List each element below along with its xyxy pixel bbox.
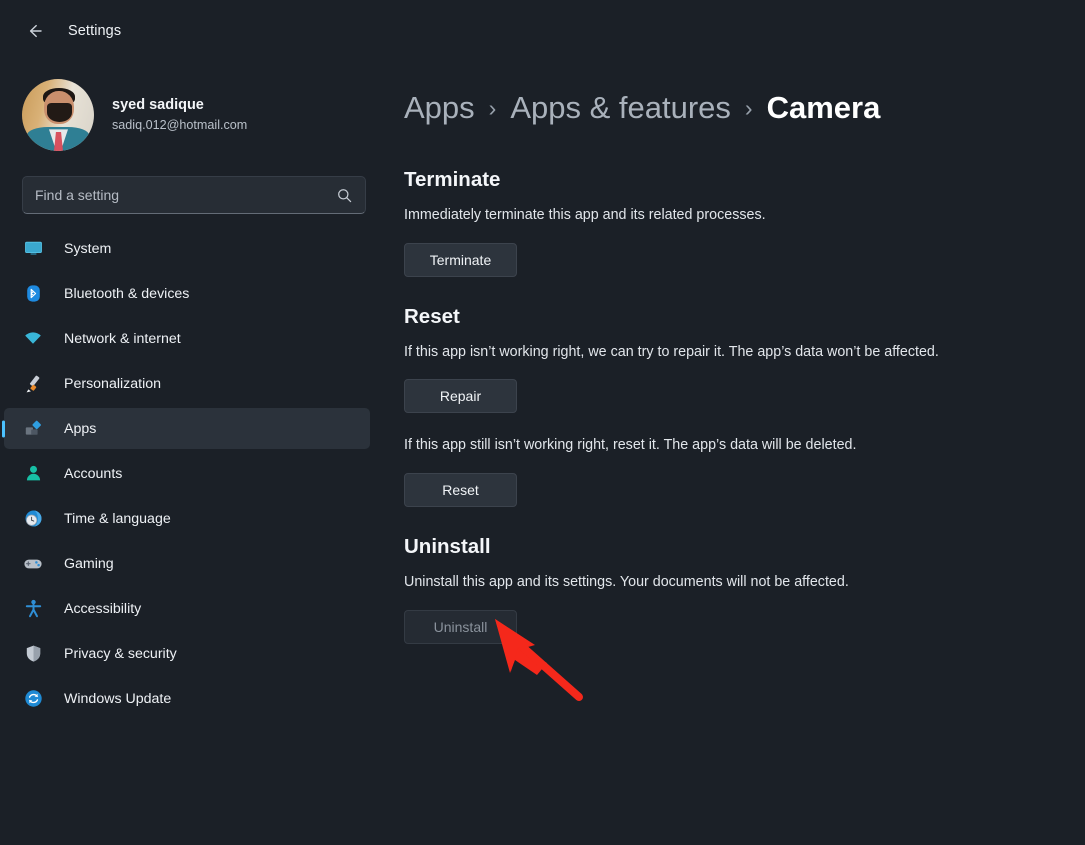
account-text: syed sadique sadiq.012@hotmail.com (112, 96, 247, 135)
monitor-icon (22, 238, 44, 260)
sidebar-nav: System Bluetooth & devices Network & int… (0, 228, 390, 719)
clock-globe-icon (22, 508, 44, 530)
shield-icon (22, 643, 44, 665)
sidebar-item-label: Apps (64, 420, 97, 437)
repair-button[interactable]: Repair (404, 379, 517, 414)
section-description: Immediately terminate this app and its r… (404, 207, 766, 223)
sidebar-item-network-internet[interactable]: Network & internet (4, 318, 370, 359)
account-name: syed sadique (112, 96, 204, 113)
sidebar-item-label: Network & internet (64, 330, 181, 347)
person-icon (22, 463, 44, 485)
search-icon[interactable] (336, 187, 353, 204)
accessibility-person-icon (22, 598, 44, 620)
sidebar-item-time-language[interactable]: Time & language (4, 498, 370, 539)
sidebar-item-personalization[interactable]: Personalization (4, 363, 370, 404)
search-wrap (0, 158, 390, 214)
avatar (22, 79, 94, 151)
section-title: Reset (404, 304, 460, 328)
sidebar-item-label: Windows Update (64, 690, 172, 707)
sidebar-item-label: Privacy & security (64, 645, 177, 662)
chevron-right-icon: › (488, 94, 497, 121)
terminate-button[interactable]: Terminate (404, 242, 517, 277)
sidebar-item-label: Personalization (64, 375, 162, 392)
refresh-circle-icon (22, 688, 44, 710)
sidebar-item-privacy-security[interactable]: Privacy & security (4, 633, 370, 674)
sidebar-item-label: System (64, 240, 112, 257)
breadcrumb-current: Camera (766, 90, 881, 125)
main-content: Apps › Apps & features › Camera Terminat… (390, 62, 1085, 845)
sidebar-item-label: Gaming (64, 555, 114, 572)
sidebar-item-label: Time & language (64, 510, 171, 527)
sidebar-item-accessibility[interactable]: Accessibility (4, 588, 370, 629)
sidebar: syed sadique sadiq.012@hotmail.com Find … (0, 62, 390, 845)
back-button[interactable] (18, 14, 52, 48)
apps-icon (22, 418, 44, 440)
section-title: Uninstall (404, 535, 491, 559)
section-description: Uninstall this app and its settings. You… (404, 574, 849, 591)
settings-window: Settings syed sadique sadiq.012@hotmail.… (0, 0, 1085, 845)
title-bar: Settings (0, 0, 1085, 62)
body-split: syed sadique sadiq.012@hotmail.com Find … (0, 62, 1085, 845)
section-description-secondary: If this app still isn’t working right, r… (404, 437, 857, 454)
search-box[interactable] (22, 176, 366, 214)
sidebar-item-label: Bluetooth & devices (64, 285, 190, 302)
reset-button[interactable]: Reset (404, 473, 517, 508)
back-arrow-icon (29, 24, 42, 38)
sidebar-item-label: Accessibility (64, 600, 142, 617)
sidebar-item-bluetooth-devices[interactable]: Bluetooth & devices (4, 273, 370, 314)
search-input[interactable] (35, 187, 336, 203)
sidebar-item-label: Accounts (64, 465, 123, 482)
section-uninstall: Uninstall Uninstall this app and its set… (404, 535, 1045, 644)
window-title: Settings (68, 23, 122, 39)
sidebar-item-apps[interactable]: Apps (4, 408, 370, 449)
bluetooth-icon (22, 283, 44, 305)
sidebar-item-system[interactable]: System (4, 228, 370, 269)
account-card[interactable]: syed sadique sadiq.012@hotmail.com (0, 66, 390, 158)
breadcrumb: Apps › Apps & features › Camera (404, 90, 1045, 126)
gamepad-icon (22, 553, 44, 575)
section-title: Terminate (404, 168, 501, 191)
account-email: sadiq.012@hotmail.com (112, 118, 248, 133)
sidebar-item-gaming[interactable]: Gaming (4, 543, 370, 584)
section-description: If this app isn’t working right, we can … (404, 343, 939, 360)
paintbrush-icon (22, 373, 44, 395)
section-reset: Reset If this app isn’t working right, w… (404, 304, 1045, 508)
breadcrumb-apps-features[interactable]: Apps & features (510, 90, 731, 126)
chevron-right-icon: › (744, 94, 753, 121)
sidebar-item-accounts[interactable]: Accounts (4, 453, 370, 494)
uninstall-button: Uninstall (404, 609, 517, 644)
section-terminate: Terminate Immediately terminate this app… (404, 168, 1045, 277)
sidebar-item-windows-update[interactable]: Windows Update (4, 678, 370, 719)
breadcrumb-apps[interactable]: Apps (404, 90, 475, 126)
wifi-icon (22, 328, 44, 350)
